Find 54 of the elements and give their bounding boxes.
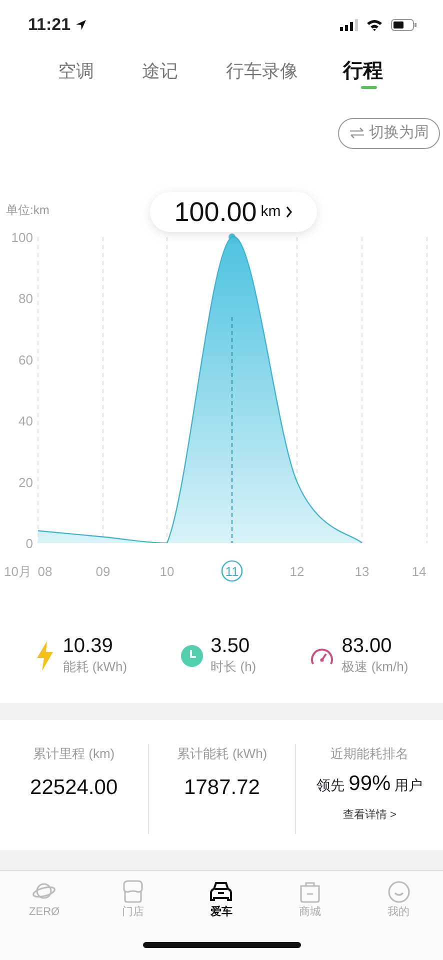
stat-value: 83.00: [342, 634, 393, 657]
smiley-icon: [386, 880, 411, 904]
x-tick-label: 11: [225, 564, 239, 579]
swap-icon: [349, 127, 365, 140]
x-axis-label: 12: [290, 564, 304, 579]
nav-tab[interactable]: 门店: [102, 880, 163, 921]
stat-value: 10.39: [62, 634, 114, 657]
switch-button[interactable]: 切换为周: [338, 118, 440, 148]
unit-label: 单位:km: [6, 203, 50, 217]
tooltip-unit: km: [260, 202, 281, 222]
ranking-prefix: 领先: [316, 776, 345, 794]
y-axis-label: 60: [18, 352, 33, 368]
battery-icon: [391, 19, 417, 31]
speedometer-icon: [310, 646, 334, 666]
signal-icon: [340, 19, 358, 31]
tab[interactable]: 行程: [343, 56, 383, 86]
stat-value: 3.50: [210, 634, 251, 657]
total-value: 1787.72: [184, 774, 260, 800]
status-time: 11:21: [28, 14, 71, 36]
selected-day[interactable]: 11: [221, 560, 243, 582]
month-label: 10月: [4, 564, 32, 579]
tab[interactable]: 行车录像: [226, 58, 298, 85]
store-icon: [120, 880, 145, 904]
y-axis-label: 0: [26, 536, 33, 551]
x-axis-label: 13: [354, 564, 370, 579]
x-axis-label: 10: [160, 564, 174, 579]
chevron-right-icon: [284, 206, 293, 218]
wifi-icon: [366, 19, 383, 31]
y-axis-label: 100: [11, 230, 33, 245]
total-value: 22524.00: [30, 774, 118, 800]
total-label: 累计里程 (km): [33, 745, 115, 763]
ranking-label: 近期能耗排名: [330, 745, 409, 763]
tab-underline: [361, 86, 377, 89]
tab[interactable]: 途记: [142, 58, 178, 85]
y-axis-label: 80: [18, 291, 33, 306]
stat-label: 时长 (h): [210, 658, 256, 676]
details-link[interactable]: 查看详情 >: [342, 807, 396, 824]
bag-icon: [298, 880, 322, 904]
ranking-value: 99%: [348, 770, 391, 796]
tab[interactable]: 空调: [58, 58, 94, 85]
stat-label: 极速 (km/h): [342, 658, 408, 676]
y-axis-label: 40: [18, 414, 33, 429]
ranking-suffix: 用户: [394, 776, 423, 794]
lightning-icon: [34, 640, 55, 670]
tooltip-value: 100.00: [174, 196, 257, 229]
nav-tab[interactable]: 爱车: [191, 880, 252, 921]
y-axis-label: 20: [18, 474, 33, 490]
clock-icon: [180, 644, 203, 666]
total-label: 累计能耗 (kWh): [176, 745, 268, 763]
location-icon: [74, 19, 87, 31]
x-axis-label: 09: [96, 564, 110, 579]
x-axis-label: 14: [412, 564, 426, 579]
stat-label: 能耗 (kWh): [62, 658, 128, 676]
x-axis-label: 08: [38, 564, 52, 579]
